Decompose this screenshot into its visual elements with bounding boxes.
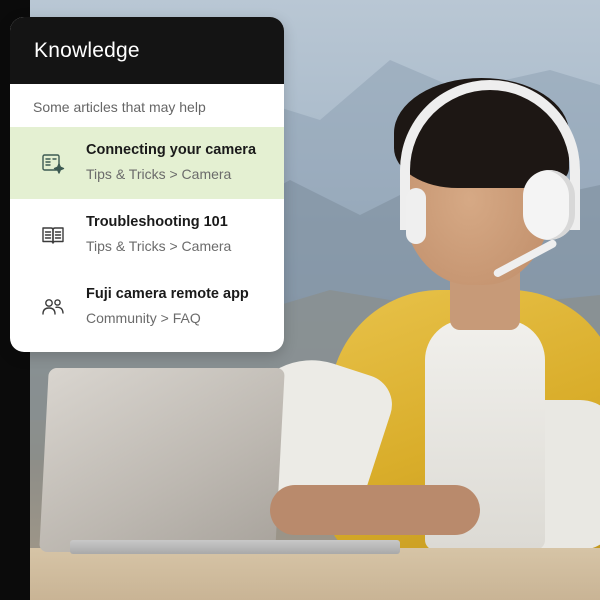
article-path: Tips & Tricks > Camera (86, 238, 232, 254)
article-path: Community > FAQ (86, 310, 201, 326)
laptop-base (70, 540, 400, 554)
knowledge-title: Knowledge (34, 38, 140, 62)
headset-right-earcup (523, 170, 575, 240)
knowledge-header: Knowledge (10, 17, 284, 84)
article-path: Tips & Tricks > Camera (86, 166, 232, 182)
article-sparkle-icon (40, 150, 66, 176)
article-item-troubleshooting[interactable]: Troubleshooting 101 Tips & Tricks > Came… (10, 199, 284, 271)
desk-surface (30, 548, 600, 600)
headset-left-earcup (406, 188, 426, 244)
article-text: Troubleshooting 101 Tips & Tricks > Came… (86, 213, 231, 255)
laptop-lid (39, 368, 285, 552)
stage: Knowledge Some articles that may help Co… (0, 0, 600, 600)
book-icon (40, 222, 66, 248)
article-title: Troubleshooting 101 (86, 214, 228, 230)
article-text: Connecting your camera Tips & Tricks > C… (86, 141, 256, 183)
article-item-fuji-remote-app[interactable]: Fuji camera remote app Community > FAQ (10, 271, 284, 343)
article-item-connecting-camera[interactable]: Connecting your camera Tips & Tricks > C… (10, 127, 284, 199)
article-text: Fuji camera remote app Community > FAQ (86, 285, 249, 327)
hands-typing (270, 485, 480, 535)
knowledge-subtitle: Some articles that may help (33, 99, 206, 115)
people-icon (40, 294, 66, 320)
article-title: Fuji camera remote app (86, 286, 249, 302)
article-title: Connecting your camera (86, 142, 257, 158)
knowledge-card: Knowledge Some articles that may help Co… (10, 17, 284, 352)
